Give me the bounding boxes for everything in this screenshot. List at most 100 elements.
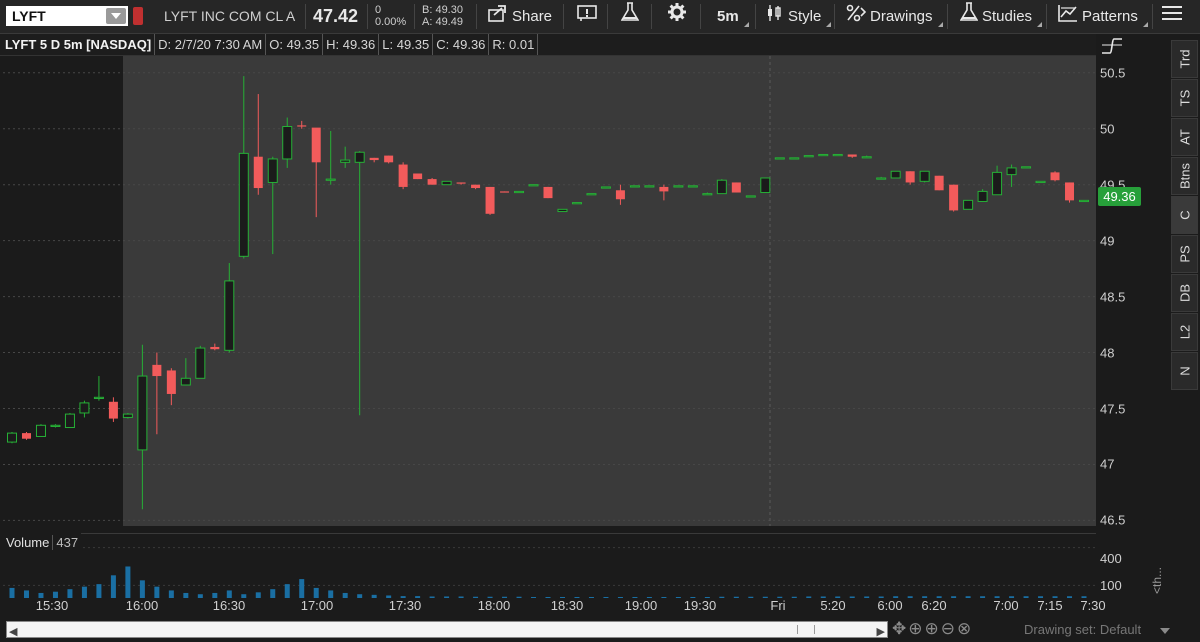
candle-up	[629, 185, 640, 188]
drawing-set-label[interactable]: Drawing set: Default	[1024, 622, 1141, 637]
side-tab-label: L2	[1177, 324, 1192, 340]
bid-price: B: 49.30	[422, 4, 463, 16]
candle-up	[180, 377, 191, 386]
side-tab-label: DB	[1177, 283, 1192, 303]
pan-icon[interactable]: ✥	[892, 619, 908, 638]
side-panel-tabs: Trd TS AT Btns C PS DB L2 N	[1171, 40, 1198, 391]
candle-up	[224, 280, 235, 351]
price-tick: 46.5	[1100, 512, 1126, 528]
candle-up	[195, 347, 206, 379]
time-axis[interactable]: 15:30 16:00 16:30 17:00 17:30 18:00 18:30 19:00…	[0, 597, 1106, 617]
scroll-thumb[interactable]	[797, 625, 815, 634]
candle-up	[238, 152, 249, 257]
chart-mode-icon[interactable]	[1100, 35, 1124, 55]
price-axis[interactable]: 50.5 50 49.5 49 48.5 48 47.5 47 46.5	[1097, 56, 1167, 528]
drawing-set-caret-icon[interactable]	[1160, 628, 1170, 634]
candle-up	[137, 375, 148, 451]
side-tab-ps[interactable]: PS	[1171, 235, 1198, 273]
ask-price: A: 49.49	[422, 16, 463, 28]
volume-bar	[139, 580, 145, 598]
candle-up	[35, 424, 46, 437]
style-button[interactable]: Style	[766, 0, 832, 33]
price-tick: 50	[1100, 121, 1115, 137]
zoom-out-icon[interactable]: ⊖	[941, 619, 957, 638]
volume-bar	[299, 579, 305, 598]
alert-button[interactable]	[577, 0, 603, 33]
horizontal-scrollbar[interactable]: ◀ ▶	[6, 621, 888, 638]
side-tab-label: TS	[1177, 89, 1192, 107]
candle-down	[152, 364, 162, 377]
time-tick: 16:00	[125, 598, 159, 613]
divider	[563, 4, 564, 29]
candle-up	[861, 156, 872, 159]
settings-button[interactable]	[667, 0, 691, 33]
zoom-in-icon[interactable]: ⊕	[925, 619, 941, 638]
candle-up	[441, 180, 452, 186]
symbol-dropdown-button[interactable]	[106, 8, 126, 24]
candle-up	[64, 413, 75, 429]
price-tick: 48.5	[1100, 289, 1126, 305]
studies-label: Studies	[982, 8, 1033, 25]
scroll-right-icon[interactable]: ▶	[877, 625, 885, 638]
side-tab-ts[interactable]: TS	[1171, 79, 1198, 117]
candle-up	[687, 185, 698, 188]
side-tab-n[interactable]: N	[1171, 352, 1198, 390]
flask-button[interactable]	[620, 0, 643, 33]
time-tick: 7:15	[1037, 598, 1063, 613]
candle-down	[311, 127, 321, 163]
candle-up	[586, 193, 597, 196]
volume-bar	[110, 575, 116, 598]
candle-up	[992, 171, 1003, 196]
flask-icon	[959, 1, 979, 34]
side-tab-l2[interactable]: L2	[1171, 313, 1198, 351]
studies-button[interactable]: Studies	[959, 0, 1043, 34]
zoom-fit-icon[interactable]: ⊗	[957, 619, 973, 638]
menu-icon	[1161, 1, 1183, 34]
candle-down	[543, 186, 553, 199]
symbol-input[interactable]: LYFT	[6, 6, 128, 26]
flag-icon[interactable]	[133, 7, 143, 25]
timeframe-label: 5m	[717, 8, 739, 25]
candle-up	[1021, 166, 1032, 169]
time-tick: 6:00	[877, 598, 903, 613]
pct-change: 0.00%	[375, 16, 407, 28]
side-tab-at[interactable]: AT	[1171, 118, 1198, 156]
candle-up	[325, 178, 336, 181]
timeframe-caret-icon	[739, 22, 749, 27]
candle-down	[413, 173, 423, 180]
chart-title: LYFT 5 D 5m [NASDAQ]	[0, 34, 156, 55]
studies-caret-icon	[1032, 22, 1043, 27]
candle-up	[745, 195, 756, 198]
patterns-label: Patterns	[1082, 8, 1138, 25]
candle-up	[702, 193, 713, 196]
current-price-label: 49.36	[1098, 187, 1141, 206]
side-tab-db[interactable]: DB	[1171, 274, 1198, 312]
side-tab-trd[interactable]: Trd	[1171, 40, 1198, 78]
crosshair-icon[interactable]: ⊕	[908, 619, 924, 638]
share-button[interactable]: Share	[488, 0, 552, 33]
zoom-controls: ✥⊕⊕⊖⊗	[892, 619, 973, 639]
volume-bar	[125, 566, 131, 598]
side-tab-c[interactable]: C	[1171, 196, 1198, 234]
side-tab-btns[interactable]: Btns	[1171, 157, 1198, 195]
volume-bar	[284, 584, 290, 598]
status-bar: ◀ ▶ ✥⊕⊕⊖⊗ Drawing set: Default	[0, 618, 1200, 642]
timeframe-button[interactable]: 5m	[717, 0, 749, 33]
drawings-button[interactable]: Drawings	[846, 0, 943, 33]
price-chart[interactable]	[3, 56, 1096, 526]
volume-chart[interactable]	[3, 533, 1096, 598]
candle-down	[108, 401, 118, 419]
scroll-left-icon[interactable]: ◀	[9, 625, 17, 638]
divider	[947, 4, 948, 29]
candle-up	[340, 159, 351, 163]
divider	[700, 4, 701, 29]
bar-close: C: 49.36	[433, 34, 490, 55]
patterns-button[interactable]: Patterns	[1058, 0, 1148, 33]
candle-up	[93, 396, 104, 400]
divider	[476, 4, 477, 29]
candle-down	[398, 164, 408, 187]
more-button[interactable]	[1161, 0, 1187, 33]
bar-date: D: 2/7/20 7:30 AM	[155, 34, 267, 55]
time-tick: 16:30	[212, 598, 246, 613]
candle-up	[50, 424, 61, 427]
